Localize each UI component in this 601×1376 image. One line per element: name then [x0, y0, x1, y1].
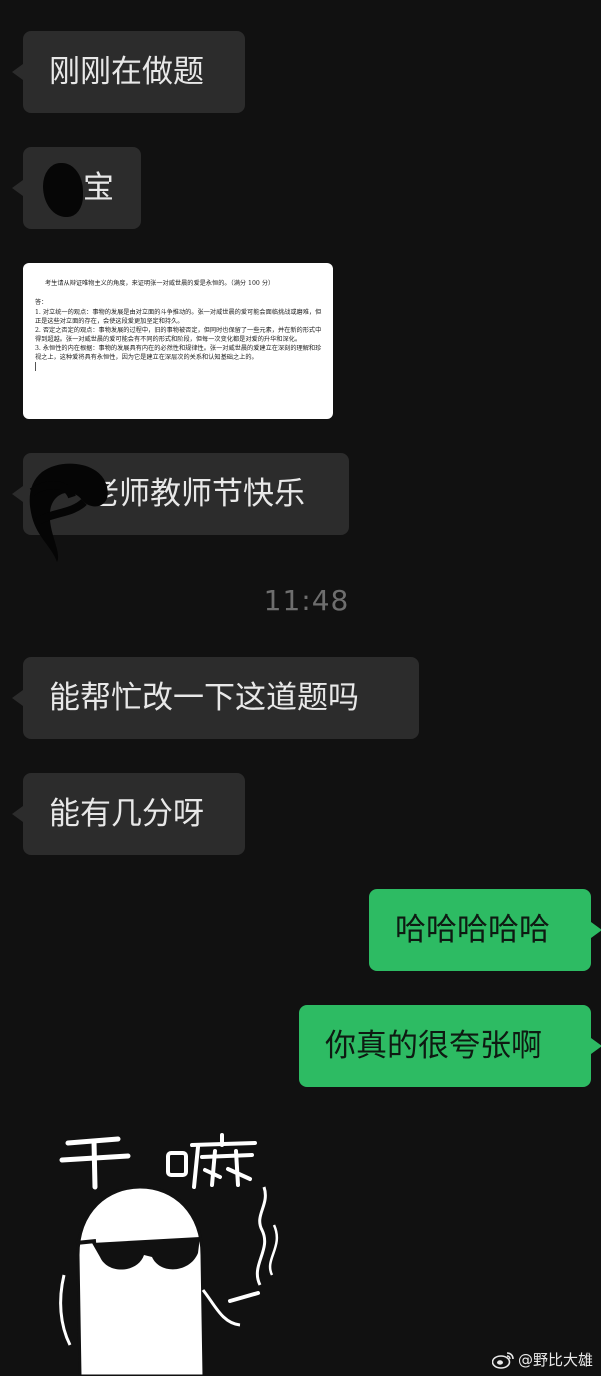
document-answer-label: 答：	[35, 299, 48, 306]
message-text: 哈哈哈哈哈	[395, 912, 550, 948]
redaction-scribble	[29, 463, 108, 562]
image-message-document[interactable]: 考生请从辩证唯物主义的角度，来证明张一对威世晨的爱是永恒的。（满分 100 分）…	[23, 263, 333, 419]
message-text: 能有几分呀	[49, 796, 204, 832]
message-text: 宝	[83, 170, 114, 206]
document-question: 考生请从辩证唯物主义的角度，来证明张一对威世晨的爱是永恒的。（满分 100 分）	[45, 280, 275, 287]
weibo-logo-icon	[491, 1351, 514, 1369]
message-text: 刚刚在做题	[49, 54, 204, 90]
document-point: 3. 永恒性的内在根据：事物的发展具有内在的必然性和规律性。张一对威世晨的爱建立…	[35, 345, 322, 361]
sticker-smoking-sunglasses[interactable]	[40, 1125, 300, 1376]
text-cursor	[35, 362, 36, 371]
document-point: 2. 否定之否定的观点：事物发展的过程中，旧的事物被否定，但同时也保留了一些元素…	[35, 327, 322, 343]
message-text: 能帮忙改一下这道题吗	[49, 680, 359, 716]
document-point: 1. 对立统一的观点：事物的发展是由对立面的斗争推动的。张一对威世晨的爱可能会面…	[35, 309, 322, 325]
message-bubble-incoming[interactable]: 宝	[12, 147, 141, 229]
message-bubble-outgoing[interactable]: 哈哈哈哈哈	[369, 889, 601, 971]
chat-timestamp: 11:48	[263, 584, 350, 617]
watermark-text: @野比大雄	[517, 1351, 593, 1369]
message-text: 你真的很夸张啊	[325, 1028, 542, 1064]
message-bubble-incoming[interactable]: 刚刚在做题	[12, 31, 245, 113]
message-bubble-outgoing[interactable]: 你真的很夸张啊	[299, 1005, 601, 1087]
redaction-scribble	[43, 163, 83, 217]
weibo-watermark: @野比大雄	[491, 1349, 593, 1370]
message-bubble-incoming[interactable]: 能帮忙改一下这道题吗	[12, 657, 419, 739]
message-bubble-incoming[interactable]: 能有几分呀	[12, 773, 245, 855]
